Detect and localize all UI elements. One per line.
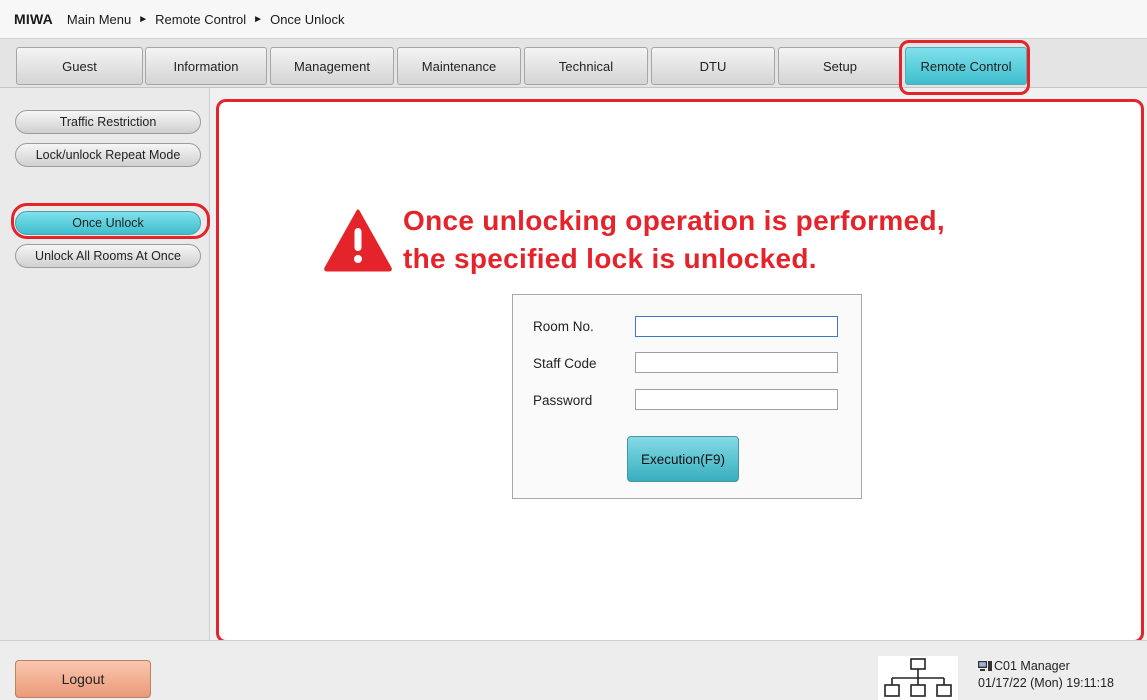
breadcrumb-item-remote-control[interactable]: Remote Control bbox=[155, 12, 246, 27]
password-label: Password bbox=[533, 393, 593, 408]
status-bar: Logout C01 Manager 01/17/22 (Mon) 19:11:… bbox=[0, 640, 1147, 700]
tab-technical[interactable]: Technical bbox=[524, 47, 648, 85]
breadcrumb-item-current: Once Unlock bbox=[270, 11, 345, 27]
network-icon bbox=[884, 658, 952, 697]
staff-code-input[interactable] bbox=[635, 352, 838, 373]
logout-button[interactable]: Logout bbox=[15, 660, 151, 698]
warning-text: Once unlocking operation is performed, t… bbox=[403, 202, 945, 278]
datetime: 01/17/22 (Mon) 19:11:18 bbox=[978, 676, 1114, 690]
tab-maintenance[interactable]: Maintenance bbox=[397, 47, 521, 85]
tab-dtu[interactable]: DTU bbox=[651, 47, 775, 85]
unlock-form: Room No. Staff Code Password Execution(F… bbox=[512, 294, 862, 499]
tab-setup[interactable]: Setup bbox=[778, 47, 902, 85]
session-info: C01 Manager 01/17/22 (Mon) 19:11:18 bbox=[978, 658, 1114, 692]
warning-triangle-icon bbox=[324, 209, 392, 272]
sidebar-item-once-unlock[interactable]: Once Unlock bbox=[15, 211, 201, 235]
tab-guest[interactable]: Guest bbox=[16, 47, 143, 85]
network-status bbox=[878, 656, 958, 700]
password-input[interactable] bbox=[635, 389, 838, 410]
sidebar: Traffic Restriction Lock/unlock Repeat M… bbox=[0, 88, 210, 640]
sidebar-item-unlock-all-rooms[interactable]: Unlock All Rooms At Once bbox=[15, 244, 201, 268]
room-no-input[interactable] bbox=[635, 316, 838, 337]
main-tab-bar: Guest Information Management Maintenance… bbox=[0, 38, 1147, 88]
tab-information[interactable]: Information bbox=[145, 47, 267, 85]
tab-management[interactable]: Management bbox=[270, 47, 394, 85]
main-panel: Once unlocking operation is performed, t… bbox=[216, 99, 1144, 643]
warning-message: Once unlocking operation is performed, t… bbox=[323, 202, 945, 282]
terminal-icon bbox=[978, 661, 992, 671]
brand-logo: MIWA bbox=[14, 11, 53, 27]
breadcrumb: MIWA Main Menu ► Remote Control ► Once U… bbox=[0, 0, 1147, 38]
sidebar-item-traffic-restriction[interactable]: Traffic Restriction bbox=[15, 110, 201, 134]
execution-button[interactable]: Execution(F9) bbox=[627, 436, 739, 482]
tab-remote-control[interactable]: Remote Control bbox=[905, 47, 1027, 85]
warning-line-2: the specified lock is unlocked. bbox=[403, 243, 817, 274]
warning-line-1: Once unlocking operation is performed, bbox=[403, 205, 945, 236]
staff-code-label: Staff Code bbox=[533, 356, 597, 371]
breadcrumb-separator-icon: ► bbox=[138, 13, 149, 25]
breadcrumb-item-main-menu[interactable]: Main Menu bbox=[67, 12, 131, 27]
breadcrumb-separator-icon: ► bbox=[253, 13, 264, 25]
room-no-label: Room No. bbox=[533, 319, 594, 334]
terminal-user: C01 Manager bbox=[994, 659, 1070, 673]
sidebar-item-repeat-mode[interactable]: Lock/unlock Repeat Mode bbox=[15, 143, 201, 167]
